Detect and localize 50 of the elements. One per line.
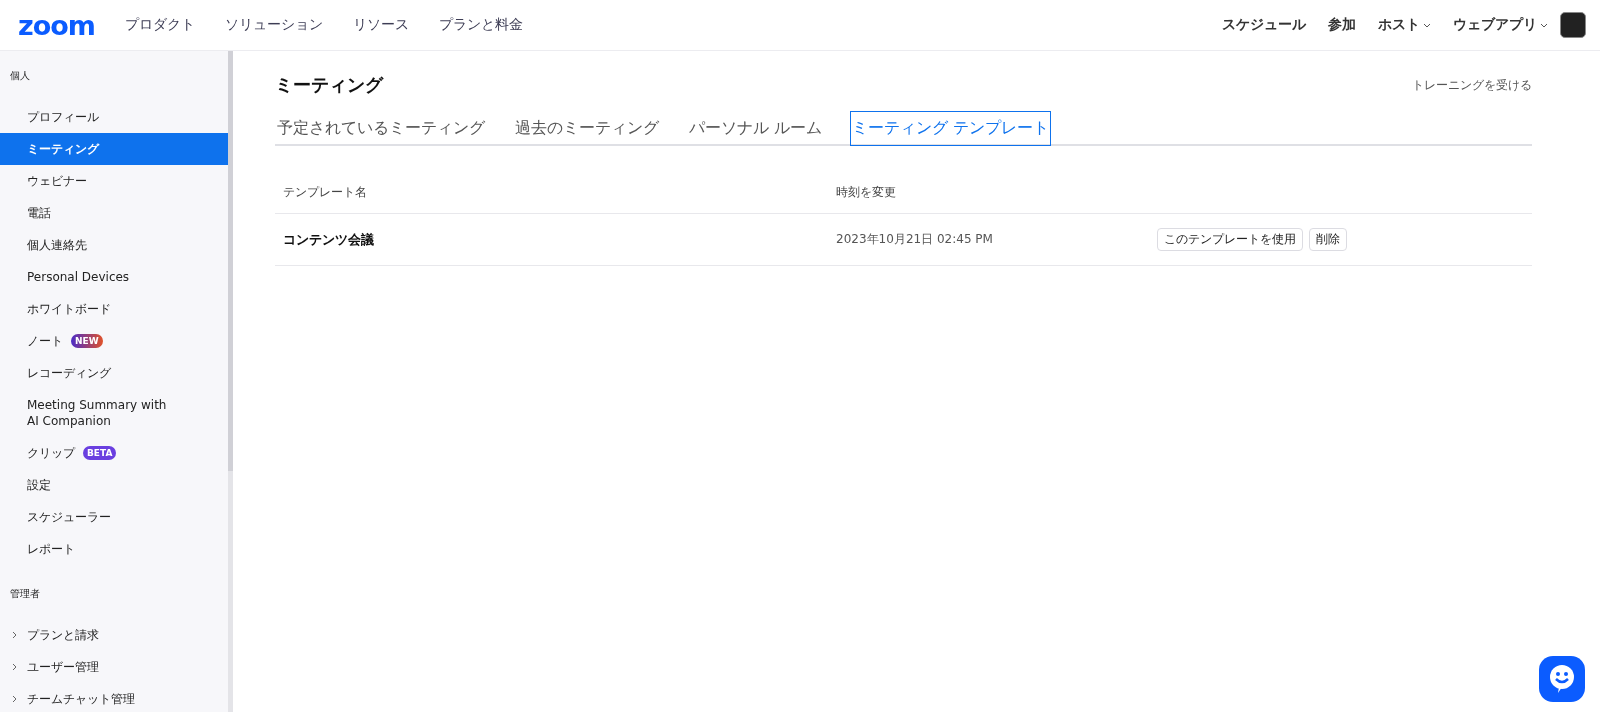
sidebar-item[interactable]: ミーティング xyxy=(0,133,228,165)
section-heading: 個人 xyxy=(9,69,31,83)
chevron-icon[interactable] xyxy=(12,631,18,639)
nav-link[interactable]: スケジュール xyxy=(1222,16,1306,34)
chat-help-icon[interactable] xyxy=(1539,656,1585,702)
badge: BETA xyxy=(83,446,117,460)
column-header: テンプレート名 xyxy=(275,172,829,214)
nav-link[interactable]: プロダクト xyxy=(124,16,195,34)
sidebar-item[interactable]: スケジューラー xyxy=(27,509,111,525)
sidebar-item[interactable]: プロフィール xyxy=(27,109,99,125)
sidebar-item[interactable]: 個人連絡先 xyxy=(27,237,87,253)
tab[interactable]: 予定されているミーティング xyxy=(275,111,487,146)
row-action-button[interactable]: このテンプレートを使用 xyxy=(1157,228,1304,251)
sidebar-item[interactable]: プランと請求 xyxy=(27,627,99,643)
tab[interactable]: パーソナル ルーム xyxy=(687,111,825,146)
sidebar-item[interactable]: チームチャット管理 xyxy=(27,691,135,707)
sidebar-item[interactable]: ウェビナー xyxy=(27,173,87,189)
sidebar-item[interactable]: 設定 xyxy=(27,477,51,493)
badge: NEW xyxy=(71,334,103,348)
nav-link[interactable]: リソース xyxy=(352,16,409,34)
sidebar-item[interactable]: クリップ xyxy=(27,445,75,461)
sidebar-item[interactable]: ノート xyxy=(27,333,63,349)
sidebar-item[interactable]: Personal Devices xyxy=(27,269,130,285)
caret-icon xyxy=(1423,22,1431,28)
nav-link[interactable]: ソリューション xyxy=(224,16,323,34)
page-title: ミーティング xyxy=(275,73,383,97)
tab[interactable]: 過去のミーティング xyxy=(513,111,661,146)
section-heading: 管理者 xyxy=(9,587,41,601)
sidebar-item[interactable]: ホワイトボード xyxy=(27,301,111,317)
scrollbar-thumb[interactable] xyxy=(228,51,233,471)
avatar[interactable] xyxy=(1560,12,1586,38)
sidebar-item[interactable]: ユーザー管理 xyxy=(27,659,99,675)
training-link[interactable]: トレーニングを受ける xyxy=(1412,76,1532,94)
zoom-logo[interactable]: zoom xyxy=(18,11,95,39)
sidebar-item[interactable]: レコーディング xyxy=(27,365,111,381)
chevron-icon[interactable] xyxy=(12,663,18,671)
nav-link[interactable]: 参加 xyxy=(1328,16,1356,34)
nav-menu[interactable]: ウェブアプリ xyxy=(1453,16,1548,34)
nav-menu[interactable]: ホスト xyxy=(1378,16,1431,34)
row-action-button[interactable]: 削除 xyxy=(1309,228,1348,251)
caret-icon xyxy=(1540,22,1548,28)
modified-time: 2023年10月21日 02:45 PM xyxy=(828,213,1150,266)
nav-link[interactable]: プランと料金 xyxy=(438,16,523,34)
column-header: 時刻を変更 xyxy=(828,172,1150,214)
tab[interactable]: ミーティング テンプレート xyxy=(850,111,1052,146)
template-name: コンテンツ会議 xyxy=(275,213,829,266)
sidebar-item[interactable]: レポート xyxy=(27,541,75,557)
chevron-icon[interactable] xyxy=(12,695,18,703)
sidebar-item[interactable]: Meeting Summary with AI Companion xyxy=(27,397,177,429)
sidebar-item[interactable]: 電話 xyxy=(27,205,51,221)
